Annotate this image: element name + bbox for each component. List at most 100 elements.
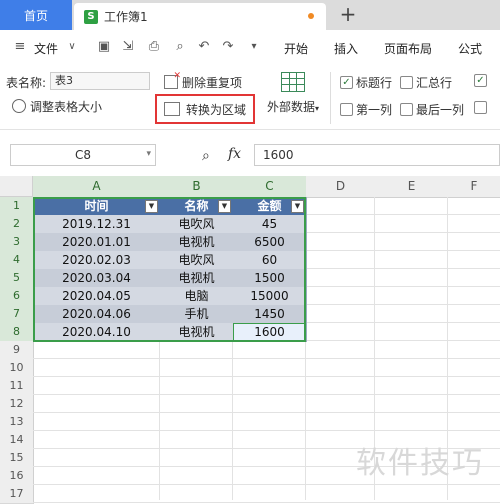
column-header-f[interactable]: F: [448, 176, 500, 198]
table-cell[interactable]: 1500: [233, 269, 307, 288]
checkbox-unchecked-icon: [400, 103, 413, 116]
redo-icon[interactable]: ↷: [220, 39, 236, 55]
row-header-10[interactable]: 10: [0, 359, 34, 378]
gridline: [33, 412, 500, 413]
checkbox-header-row[interactable]: ✓ 标题行: [340, 74, 392, 91]
checkbox-unchecked-icon: [400, 76, 413, 89]
row-header-6[interactable]: 6: [0, 287, 34, 306]
menu-page-layout[interactable]: 页面布局: [384, 40, 432, 57]
convert-to-range-button[interactable]: 转换为区域: [155, 94, 255, 124]
column-header-a[interactable]: A: [33, 176, 161, 198]
resize-icon: [12, 99, 26, 113]
row-header-15[interactable]: 15: [0, 449, 34, 468]
checkbox-banded-columns[interactable]: [474, 101, 487, 114]
table-cell[interactable]: 2020.02.03: [33, 251, 161, 270]
checkbox-first-column[interactable]: 第一列: [340, 101, 392, 118]
table-cell[interactable]: 电视机: [160, 269, 234, 288]
chevron-down-icon: ▾: [315, 104, 320, 113]
print-icon[interactable]: ⎙: [146, 39, 162, 55]
checkbox-unchecked-icon: [474, 101, 487, 114]
table-grid-icon: [281, 72, 305, 92]
table-cell[interactable]: 45: [233, 215, 307, 234]
checkbox-last-column[interactable]: 最后一列: [400, 101, 464, 118]
table-header-label: 名称: [184, 199, 209, 213]
table-cell[interactable]: 电吹风: [160, 251, 234, 270]
row-header-9[interactable]: 9: [0, 341, 34, 360]
table-cell[interactable]: 2019.12.31: [33, 215, 161, 234]
row-header-4[interactable]: 4: [0, 251, 34, 270]
table-cell[interactable]: 电视机: [160, 233, 234, 252]
remove-duplicates-button[interactable]: ✕ 删除重复项: [164, 72, 242, 91]
checkbox-label: 最后一列: [416, 103, 465, 117]
row-header-13[interactable]: 13: [0, 413, 34, 432]
row-header-17[interactable]: 17: [0, 485, 34, 504]
select-all-corner[interactable]: [0, 176, 33, 197]
row-header-12[interactable]: 12: [0, 395, 34, 414]
table-cell[interactable]: 1450: [233, 305, 307, 324]
row-header-14[interactable]: 14: [0, 431, 34, 450]
gridline: [33, 502, 500, 503]
tab-home[interactable]: 首页: [0, 0, 72, 30]
export-icon[interactable]: ⇲: [120, 39, 136, 55]
function-icon[interactable]: fx: [228, 146, 241, 162]
gridline: [33, 394, 500, 395]
column-header-e[interactable]: E: [375, 176, 449, 198]
row-header-7[interactable]: 7: [0, 305, 34, 324]
formula-input[interactable]: 1600: [254, 144, 500, 166]
table-name-input[interactable]: 表3: [50, 72, 150, 90]
row-header-11[interactable]: 11: [0, 377, 34, 396]
column-header-d[interactable]: D: [306, 176, 376, 198]
quick-access-dropdown-icon[interactable]: ▾: [246, 39, 262, 55]
chevron-down-icon[interactable]: ∨: [64, 39, 80, 55]
filter-dropdown-icon[interactable]: ▼: [218, 200, 231, 213]
table-cell[interactable]: 2020.04.05: [33, 287, 161, 306]
save-icon[interactable]: ▣: [96, 39, 112, 55]
undo-icon[interactable]: ↶: [196, 39, 212, 55]
table-cell[interactable]: 2020.04.10: [33, 323, 161, 342]
chevron-down-icon[interactable]: ▾: [146, 149, 151, 159]
search-zoom-icon[interactable]: ⌕: [202, 148, 210, 164]
row-header-3[interactable]: 3: [0, 233, 34, 252]
table-cell[interactable]: 15000: [233, 287, 307, 306]
spreadsheet-icon: S: [84, 9, 98, 24]
table-header-cell[interactable]: 金额 ▼: [233, 197, 307, 216]
row-header-16[interactable]: 16: [0, 467, 34, 486]
name-box[interactable]: C8 ▾: [10, 144, 156, 166]
table-cell[interactable]: 6500: [233, 233, 307, 252]
table-cell[interactable]: 电视机: [160, 323, 234, 342]
table-header-cell[interactable]: 名称 ▼: [160, 197, 234, 216]
menu-file[interactable]: 文件: [34, 40, 58, 57]
row-header-2[interactable]: 2: [0, 215, 34, 234]
table-cell[interactable]: 2020.01.01: [33, 233, 161, 252]
menu-formula[interactable]: 公式: [458, 40, 482, 57]
table-cell[interactable]: 1600: [233, 323, 307, 342]
checkbox-total-row[interactable]: 汇总行: [400, 74, 452, 91]
new-tab-plus-icon[interactable]: +: [336, 3, 360, 27]
filter-dropdown-icon[interactable]: ▼: [145, 200, 158, 213]
external-data-button[interactable]: 外部数据▾: [265, 72, 321, 116]
table-cell[interactable]: 电吹风: [160, 215, 234, 234]
table-cell[interactable]: 电脑: [160, 287, 234, 306]
table-cell[interactable]: 2020.03.04: [33, 269, 161, 288]
gridline: [33, 358, 500, 359]
menu-start[interactable]: 开始: [284, 40, 308, 57]
table-header-cell[interactable]: 时间 ▼: [33, 197, 161, 216]
column-header-b[interactable]: B: [160, 176, 234, 198]
menu-insert[interactable]: 插入: [334, 40, 358, 57]
filter-dropdown-icon[interactable]: ▼: [291, 200, 304, 213]
table-cell[interactable]: 60: [233, 251, 307, 270]
hamburger-menu-icon[interactable]: ≡: [12, 39, 28, 55]
row-header-1[interactable]: 1: [0, 197, 34, 216]
column-header-c[interactable]: C: [233, 176, 307, 198]
gridline: [33, 484, 500, 485]
print-preview-icon[interactable]: ⌕: [172, 39, 188, 55]
resize-table-button[interactable]: 调整表格大小: [12, 98, 102, 115]
checkbox-banded-rows[interactable]: ✓: [474, 74, 487, 87]
tab-workbook[interactable]: S 工作簿1: [74, 3, 326, 30]
row-header-5[interactable]: 5: [0, 269, 34, 288]
tab-workbook-label: 工作簿1: [104, 10, 148, 24]
gridline: [33, 376, 500, 377]
table-cell[interactable]: 手机: [160, 305, 234, 324]
table-cell[interactable]: 2020.04.06: [33, 305, 161, 324]
row-header-8[interactable]: 8: [0, 323, 34, 342]
